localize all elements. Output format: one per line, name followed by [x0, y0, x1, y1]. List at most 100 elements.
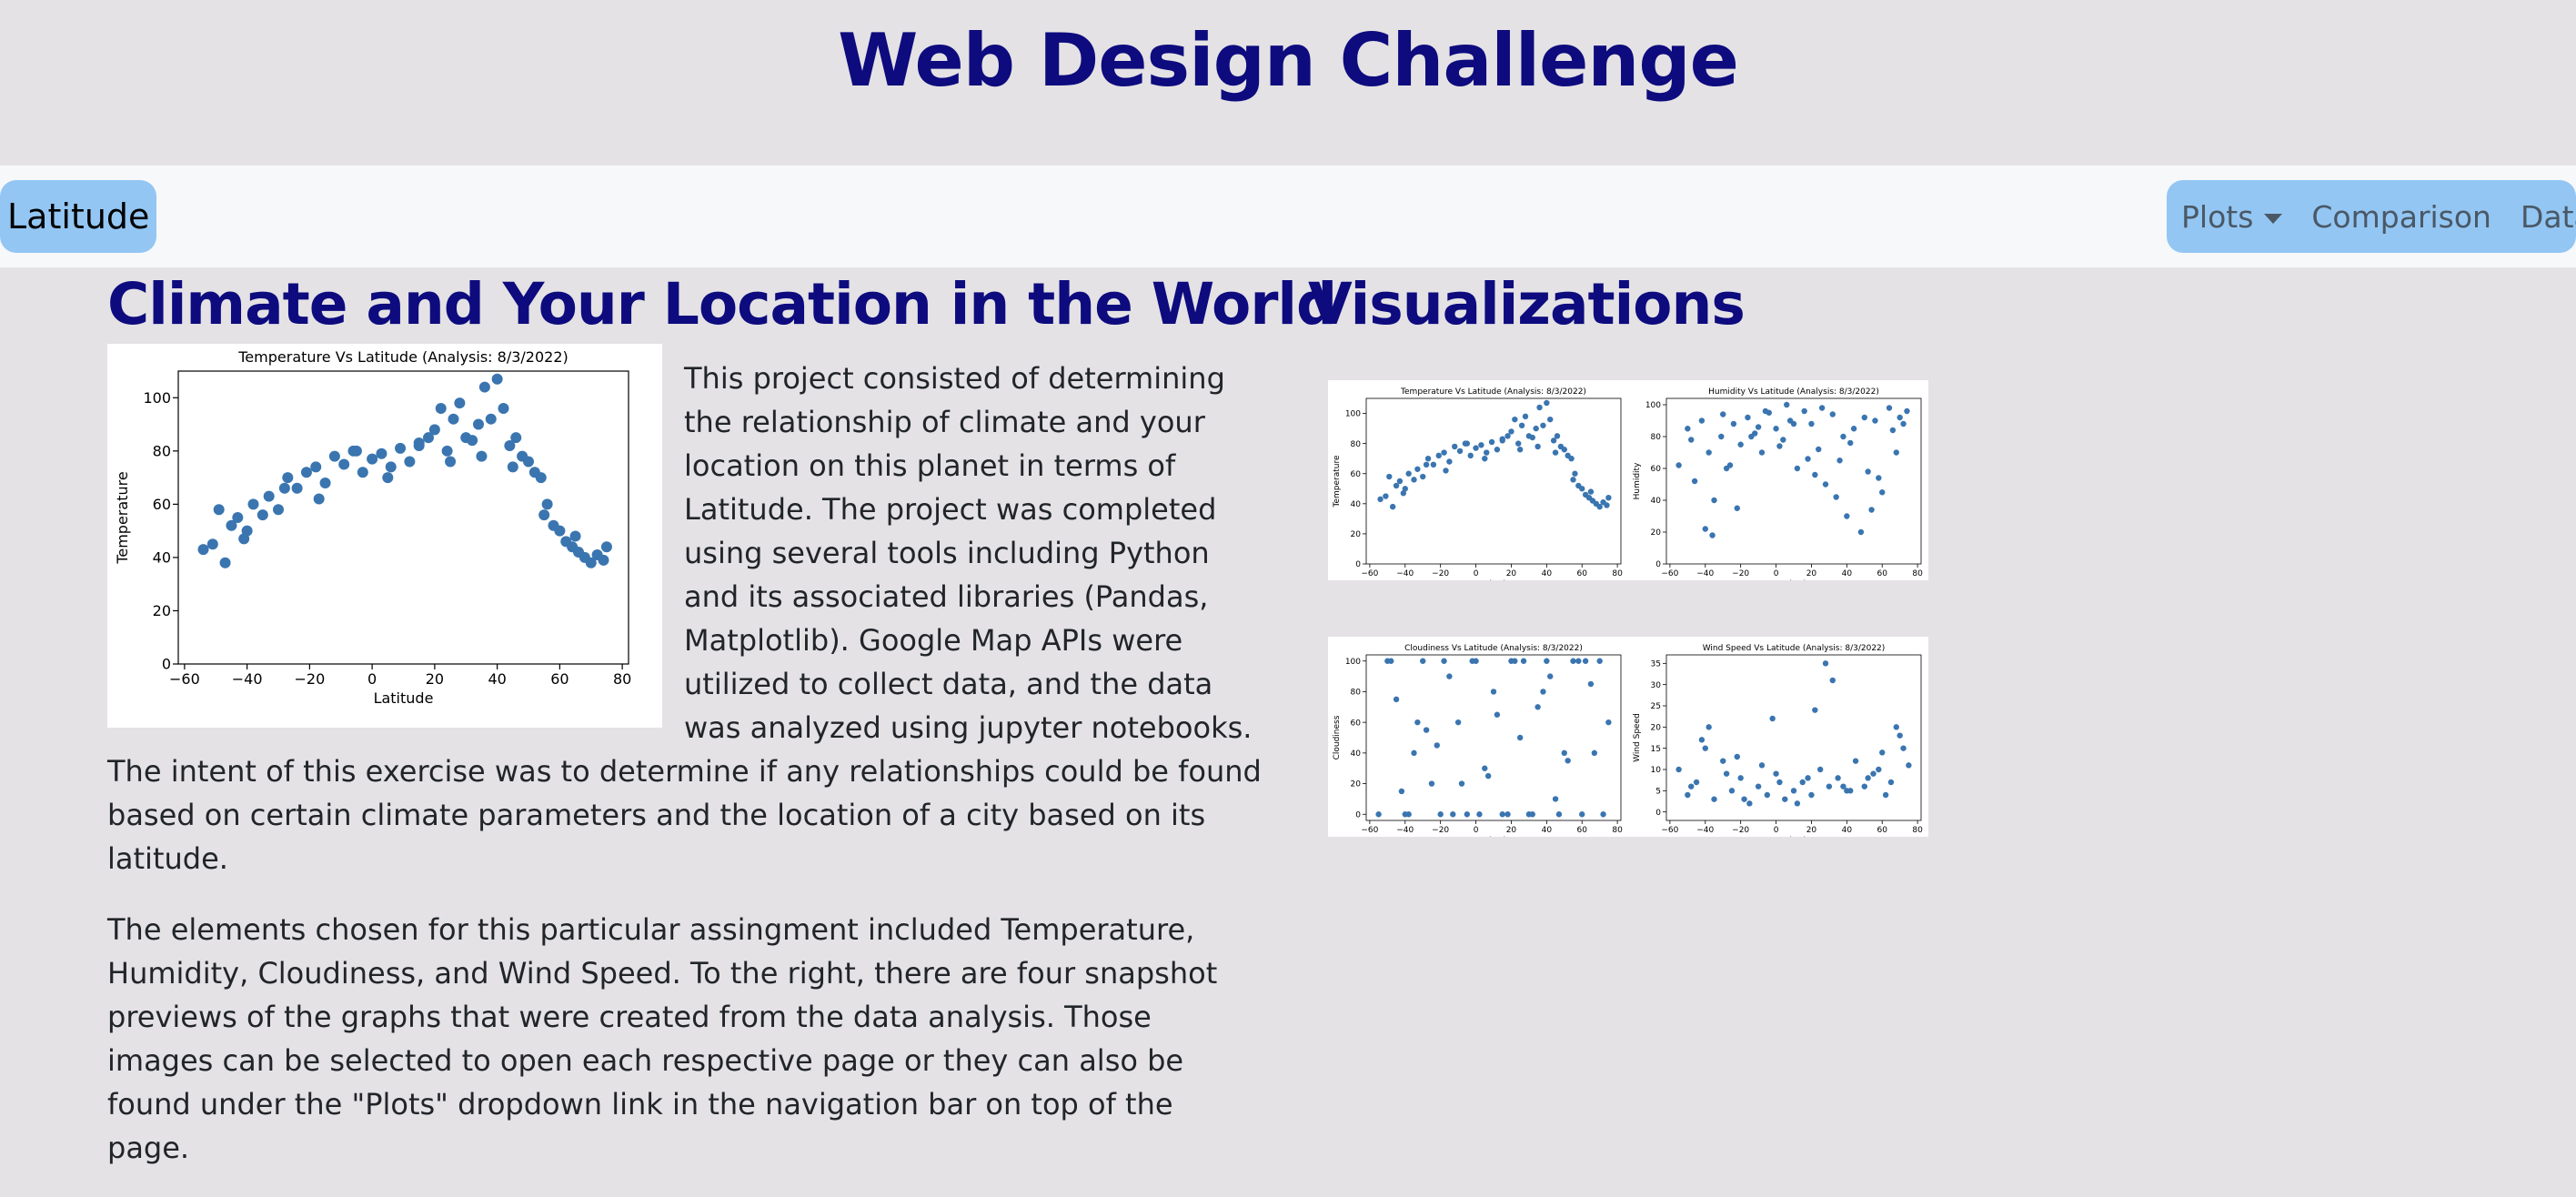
data-point: [301, 467, 312, 478]
y-tick-label: 80: [1651, 433, 1662, 442]
data-point: [1455, 719, 1461, 725]
x-tick-label: 0: [367, 670, 377, 688]
data-point: [1437, 811, 1443, 817]
x-tick-label: 0: [1774, 569, 1779, 578]
data-point: [1727, 462, 1733, 468]
x-tick-label: 20: [1506, 826, 1517, 835]
data-point: [1784, 402, 1789, 407]
data-point: [1816, 447, 1821, 452]
data-point: [1812, 707, 1817, 712]
data-point: [220, 558, 231, 568]
data-point: [1457, 448, 1463, 454]
data-point: [1835, 775, 1840, 780]
windspeed-thumbnail-link[interactable]: Wind Speed Vs Latitude (Analysis: 8/3/20…: [1628, 637, 1928, 1093]
data-point: [1403, 486, 1408, 491]
data-point: [1756, 424, 1761, 429]
data-point: [1795, 800, 1800, 806]
chart-title: Temperature Vs Latitude (Analysis: 8/3/2…: [1400, 387, 1586, 397]
data-point: [1862, 415, 1867, 420]
data-point: [404, 457, 415, 468]
nav-comparison-link[interactable]: Comparison: [2311, 199, 2491, 235]
data-point: [1519, 423, 1524, 428]
data-point: [467, 435, 478, 446]
data-point: [207, 538, 218, 549]
nav-data-link[interactable]: Data: [2521, 199, 2576, 235]
y-tick-label: 10: [1651, 766, 1662, 775]
data-point: [1879, 749, 1885, 755]
data-point: [1844, 513, 1849, 518]
data-point: [1485, 773, 1491, 779]
nav-plots-dropdown[interactable]: Plots: [2181, 199, 2282, 235]
data-point: [1840, 434, 1846, 439]
data-point: [314, 494, 325, 505]
y-tick-label: 80: [1351, 689, 1362, 698]
plot-frame: [178, 371, 629, 664]
data-point: [1826, 783, 1832, 789]
y-axis-label: Wind Speed: [1633, 713, 1642, 762]
data-point: [1504, 811, 1510, 817]
data-point: [1600, 811, 1605, 817]
data-point: [1441, 449, 1446, 455]
x-tick-label: −40: [1396, 569, 1414, 578]
data-point: [1830, 411, 1836, 417]
y-tick-label: 20: [1351, 530, 1362, 539]
data-point: [1833, 494, 1838, 499]
data-point: [429, 424, 440, 435]
x-tick-label: 60: [1877, 826, 1887, 835]
data-point: [1494, 447, 1500, 452]
y-tick-label: 100: [1345, 658, 1361, 667]
data-point: [1685, 426, 1690, 431]
nav-links: Plots Comparison Data: [2167, 180, 2576, 253]
data-point: [376, 448, 387, 459]
data-point: [1535, 444, 1540, 449]
chart-title: Wind Speed Vs Latitude (Analysis: 8/3/20…: [1703, 644, 1886, 653]
data-point: [1817, 767, 1823, 772]
caret-down-icon: [2264, 214, 2282, 224]
data-point: [1469, 659, 1474, 664]
data-point: [273, 504, 284, 515]
x-tick-label: 60: [550, 670, 569, 688]
data-point: [510, 432, 521, 443]
data-point: [1434, 742, 1440, 748]
data-point: [1706, 449, 1711, 455]
data-point: [1377, 497, 1383, 502]
navbar-brand-link[interactable]: Latitude: [0, 180, 156, 253]
data-point: [351, 446, 362, 457]
data-point: [1500, 811, 1505, 817]
data-point: [1745, 415, 1750, 420]
x-tick-label: 60: [1576, 569, 1587, 578]
data-point: [1489, 439, 1494, 445]
navbar: Latitude Plots Comparison Data: [0, 166, 2576, 267]
data-point: [1482, 766, 1487, 771]
x-tick-label: 80: [1612, 569, 1623, 578]
cloudiness-thumbnail-link[interactable]: Cloudiness Vs Latitude (Analysis: 8/3/20…: [1328, 637, 1628, 1093]
chart-title: Humidity Vs Latitude (Analysis: 8/3/2022…: [1708, 387, 1879, 397]
data-point: [448, 414, 459, 425]
data-point: [1823, 660, 1828, 666]
data-point: [1685, 792, 1690, 798]
data-point: [1737, 775, 1743, 780]
data-point: [1883, 792, 1888, 798]
data-point: [1746, 800, 1752, 806]
y-tick-label: 80: [153, 442, 171, 459]
data-point: [1703, 745, 1708, 750]
data-point: [1729, 788, 1735, 793]
data-point: [1565, 758, 1570, 763]
data-point: [1464, 811, 1470, 817]
data-point: [1711, 498, 1716, 503]
data-point: [1388, 659, 1394, 664]
data-point: [1383, 493, 1388, 498]
data-point: [1411, 750, 1416, 756]
data-point: [1769, 716, 1775, 721]
data-point: [570, 530, 581, 541]
data-point: [1588, 681, 1594, 687]
data-point: [1865, 468, 1870, 474]
y-tick-label: 25: [1651, 702, 1661, 711]
data-point: [599, 555, 609, 566]
x-tick-label: 40: [1842, 826, 1853, 835]
data-point: [1478, 442, 1484, 448]
data-point: [1897, 415, 1902, 420]
data-point: [454, 397, 465, 408]
data-point: [1588, 488, 1594, 494]
data-point: [442, 446, 453, 457]
